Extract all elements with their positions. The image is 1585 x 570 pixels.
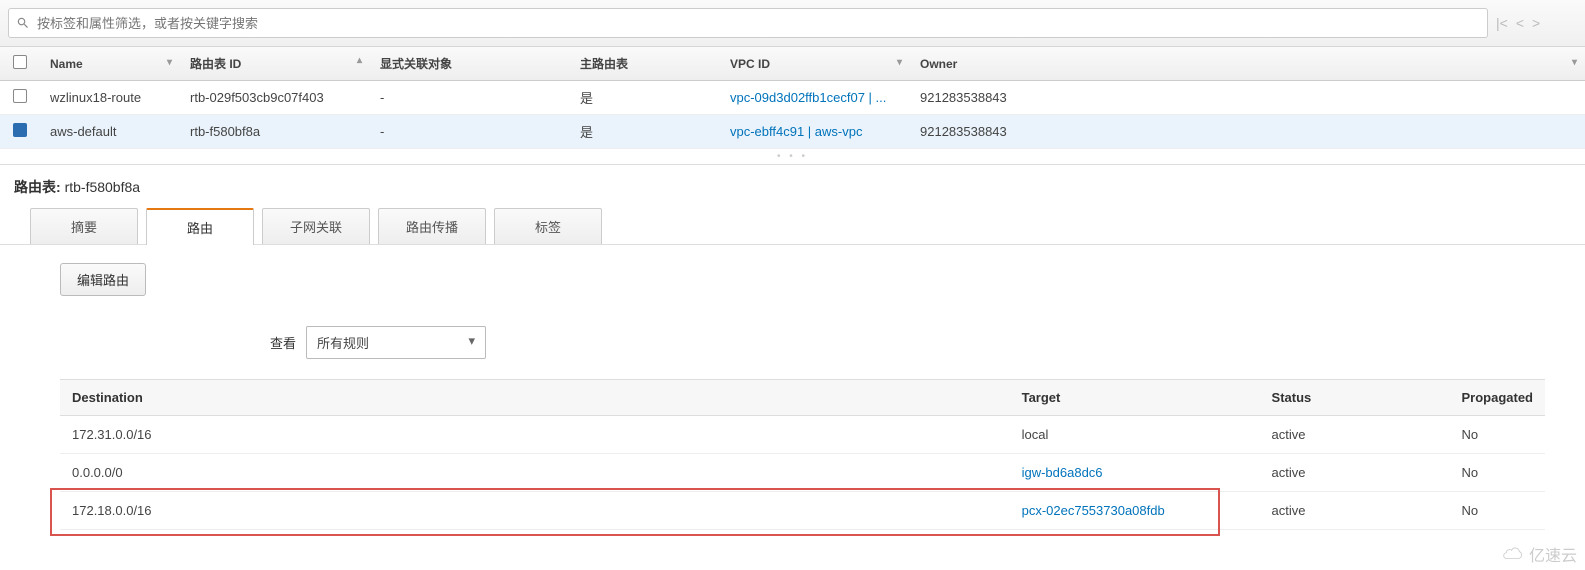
- col-rtb-id[interactable]: 路由表 ID▴: [180, 47, 370, 81]
- cell-propagated: No: [1449, 454, 1545, 492]
- search-input[interactable]: [37, 16, 1487, 31]
- tab-0[interactable]: 摘要: [30, 208, 138, 244]
- cell-target: pcx-02ec7553730a08fdb: [1010, 492, 1260, 530]
- search-icon: [16, 16, 30, 30]
- cell-status: active: [1260, 454, 1450, 492]
- route-tables-list: Name▾ 路由表 ID▴ 显式关联对象 主路由表 VPC ID▾ Owner▾…: [0, 47, 1585, 149]
- pager-prev-icon[interactable]: <: [1514, 15, 1526, 31]
- cell-destination: 172.31.0.0/16: [60, 416, 1010, 454]
- route-row: 172.18.0.0/16 pcx-02ec7553730a08fdb active…: [60, 492, 1545, 530]
- resize-handle[interactable]: • • •: [0, 149, 1585, 164]
- col-propagated[interactable]: Propagated: [1449, 380, 1545, 416]
- col-owner[interactable]: Owner▾: [910, 47, 1585, 81]
- view-filter-row: 查看 所有规则: [270, 326, 1545, 359]
- view-label: 查看: [270, 333, 296, 352]
- cell-explicit: -: [370, 81, 570, 115]
- cell-propagated: No: [1449, 492, 1545, 530]
- col-target[interactable]: Target: [1010, 380, 1260, 416]
- cell-main: 是: [570, 115, 720, 149]
- tab-2[interactable]: 子网关联: [262, 208, 370, 244]
- edit-routes-button[interactable]: 编辑路由: [60, 263, 146, 296]
- table-row[interactable]: aws-defaultrtb-f580bf8a-是vpc-ebff4c91 | …: [0, 115, 1585, 149]
- cell-status: active: [1260, 492, 1450, 530]
- route-row: 0.0.0.0/0 igw-bd6a8dc6 activeNo: [60, 454, 1545, 492]
- detail-value: rtb-f580bf8a: [65, 179, 141, 195]
- view-select[interactable]: 所有规则: [306, 326, 486, 359]
- tab-1[interactable]: 路由: [146, 208, 254, 245]
- search-toolbar: |< < >: [0, 0, 1585, 47]
- pager-next-icon[interactable]: >: [1530, 15, 1542, 31]
- routes-table: Destination Target Status Propagated 172…: [60, 379, 1545, 530]
- select-all-checkbox[interactable]: [13, 55, 27, 69]
- table-row[interactable]: wzlinux18-routertb-029f503cb9c07f403-是vp…: [0, 81, 1585, 115]
- col-name[interactable]: Name▾: [40, 47, 180, 81]
- tab-4[interactable]: 标签: [494, 208, 602, 244]
- cell-explicit: -: [370, 115, 570, 149]
- cell-rtb-id: rtb-029f503cb9c07f403: [180, 81, 370, 115]
- row-checkbox[interactable]: [13, 89, 27, 103]
- col-main[interactable]: 主路由表: [570, 47, 720, 81]
- pager-first-icon[interactable]: |<: [1494, 15, 1510, 31]
- cell-target: igw-bd6a8dc6: [1010, 454, 1260, 492]
- detail-label: 路由表:: [14, 179, 61, 195]
- col-explicit[interactable]: 显式关联对象: [370, 47, 570, 81]
- target-link[interactable]: pcx-02ec7553730a08fdb: [1022, 503, 1165, 518]
- cell-name: wzlinux18-route: [40, 81, 180, 115]
- cell-rtb-id: rtb-f580bf8a: [180, 115, 370, 149]
- cell-status: active: [1260, 416, 1450, 454]
- cloud-icon: [1499, 546, 1525, 562]
- cell-destination: 0.0.0.0/0: [60, 454, 1010, 492]
- cell-propagated: No: [1449, 416, 1545, 454]
- row-checkbox[interactable]: [13, 123, 27, 137]
- cell-target: local: [1010, 416, 1260, 454]
- cell-owner: 921283538843: [910, 115, 1585, 149]
- col-destination[interactable]: Destination: [60, 380, 1010, 416]
- cell-name: aws-default: [40, 115, 180, 149]
- detail-header: 路由表: rtb-f580bf8a: [0, 164, 1585, 207]
- search-field-wrap[interactable]: [8, 8, 1488, 38]
- route-row: 172.31.0.0/16localactiveNo: [60, 416, 1545, 454]
- cell-owner: 921283538843: [910, 81, 1585, 115]
- pager: |< < >: [1488, 15, 1548, 31]
- routes-tab-content: 编辑路由 查看 所有规则 Destination Target Status P…: [0, 245, 1585, 560]
- col-status[interactable]: Status: [1260, 380, 1450, 416]
- cell-main: 是: [570, 81, 720, 115]
- routes-table-wrap: Destination Target Status Propagated 172…: [60, 379, 1545, 530]
- cell-vpc-id[interactable]: vpc-ebff4c91 | aws-vpc: [720, 115, 910, 149]
- cell-vpc-id[interactable]: vpc-09d3d02ffb1cecf07 | ...: [720, 81, 910, 115]
- tab-3[interactable]: 路由传播: [378, 208, 486, 244]
- detail-tabs: 摘要路由子网关联路由传播标签: [0, 207, 1585, 245]
- cell-destination: 172.18.0.0/16: [60, 492, 1010, 530]
- col-vpc-id[interactable]: VPC ID▾: [720, 47, 910, 81]
- target-link[interactable]: igw-bd6a8dc6: [1022, 465, 1103, 480]
- watermark: 亿速云: [1499, 542, 1577, 566]
